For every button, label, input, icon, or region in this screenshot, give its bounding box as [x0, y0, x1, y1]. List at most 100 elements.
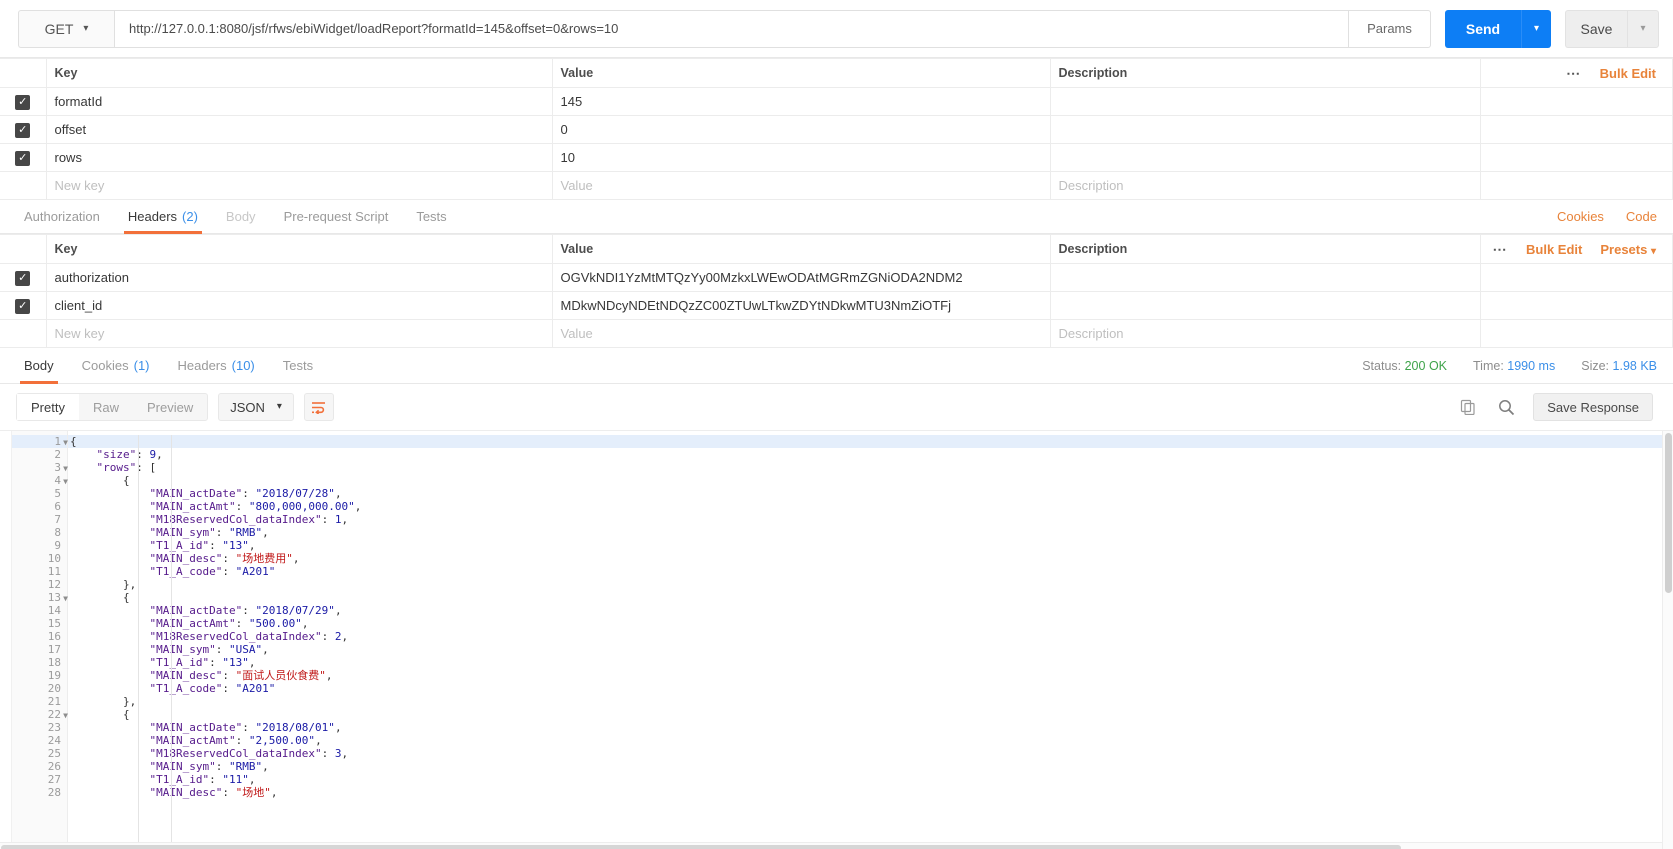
editor-vertical-scrollbar[interactable] [1662, 431, 1673, 849]
line-number: 5 [54, 487, 61, 500]
response-tab-tests[interactable]: Tests [269, 348, 327, 383]
params-bulk-edit-link[interactable]: Bulk Edit [1600, 66, 1656, 81]
response-tab-body[interactable]: Body [10, 348, 68, 384]
tab-label: Tests [416, 209, 447, 224]
headers-bulk-edit-link[interactable]: Bulk Edit [1526, 242, 1582, 257]
code-token: "MAIN_desc" [149, 552, 223, 565]
code-token: { [70, 708, 130, 721]
headers-row-key[interactable]: client_id [46, 291, 553, 320]
presets-label: Presets [1600, 241, 1648, 257]
view-mode-pretty[interactable]: Pretty [17, 394, 79, 420]
headers-more-options-icon[interactable]: ⋯ [1493, 241, 1509, 258]
code-token: 1 [334, 513, 342, 526]
code-token: "RMB" [228, 526, 263, 539]
copy-icon[interactable] [1457, 396, 1479, 418]
view-mode-preview[interactable]: Preview [133, 394, 207, 420]
code-token: "A201" [235, 565, 276, 578]
headers-row-value[interactable]: MDkwNDcyNDEtNDQzZC00ZTUwLTkwZDYtNDkwMTU3… [552, 291, 1051, 320]
send-options-button[interactable]: ▾ [1521, 9, 1551, 48]
view-mode-raw[interactable]: Raw [79, 394, 133, 420]
headers-row-value[interactable]: OGVkNDI1YzMtMTQzYy00MzkxLWEwODAtMGRmZGNi… [552, 263, 1051, 292]
line-number: 2 [54, 448, 61, 461]
save-button[interactable]: Save [1565, 9, 1627, 48]
tab-tests[interactable]: Tests [402, 200, 460, 233]
code-token: : [321, 630, 335, 643]
response-tab-cookies[interactable]: Cookies (1) [68, 348, 164, 383]
response-body-editor[interactable]: 1 ▼ 2 3 ▼ 4 ▼ 5 6 7 8 9 10 11 12 13 ▼ 14 15 16 17 18 19 20 21 22 ▼… [0, 430, 1673, 849]
response-tab-headers[interactable]: Headers (10) [164, 348, 269, 383]
search-icon[interactable] [1495, 396, 1517, 418]
status-value: 200 OK [1404, 358, 1447, 373]
code-line: }, [68, 578, 1673, 591]
chevron-down-icon: ▾ [1650, 245, 1656, 257]
word-wrap-toggle[interactable] [303, 393, 334, 421]
editor-code-content[interactable]: { "size": 9, "rows": [ { "MAIN_actDate":… [68, 431, 1673, 849]
code-token: "T1_A_id" [149, 539, 210, 552]
headers-new-description-input[interactable]: Description [1050, 319, 1481, 348]
params-header-key: Key [46, 58, 553, 88]
params-button[interactable]: Params [1349, 9, 1431, 48]
code-token: , [325, 669, 333, 682]
chevron-down-icon: ▾ [1533, 22, 1540, 34]
params-row-description[interactable] [1050, 115, 1481, 144]
headers-row-description[interactable] [1050, 263, 1481, 292]
tab-pre-request-script[interactable]: Pre-request Script [270, 200, 403, 233]
save-response-button[interactable]: Save Response [1533, 393, 1653, 421]
chevron-down-icon: ▾ [1640, 22, 1646, 34]
params-row-description[interactable] [1050, 87, 1481, 116]
code-token: : [222, 669, 236, 682]
response-format-select[interactable]: JSON ▾ [218, 393, 294, 421]
params-row-checkbox[interactable]: ✓ [15, 122, 31, 138]
headers-new-row: New key Value Description [0, 319, 1673, 348]
url-input[interactable]: http://127.0.0.1:8080/jsf/rfws/ebiWidget… [114, 9, 1349, 48]
code-token: : [ [136, 461, 157, 474]
request-tabbar-links: Cookies Code [1557, 200, 1673, 233]
headers-row-checkbox[interactable]: ✓ [15, 298, 31, 314]
params-new-value-input[interactable]: Value [552, 171, 1051, 200]
params-more-options-icon[interactable]: ⋯ [1566, 65, 1582, 82]
tab-headers[interactable]: Headers (2) [114, 200, 212, 234]
params-row-value[interactable]: 145 [552, 87, 1051, 116]
tab-authorization[interactable]: Authorization [10, 200, 114, 233]
headers-header-row: Key Value Description ⋯ Bulk Edit Preset… [0, 234, 1673, 264]
headers-row-description[interactable] [1050, 291, 1481, 320]
headers-new-value-input[interactable]: Value [552, 319, 1051, 348]
params-row-key[interactable]: offset [46, 115, 553, 144]
params-new-description-input[interactable]: Description [1050, 171, 1481, 200]
code-line: { [68, 708, 1673, 721]
headers-header-check [0, 234, 47, 264]
http-method-selector[interactable]: GET ▾ [18, 9, 114, 48]
save-button-group: Save ▾ [1565, 9, 1659, 48]
tab-body[interactable]: Body [212, 200, 270, 233]
time-label: Time: [1473, 358, 1504, 373]
params-row-value[interactable]: 10 [552, 143, 1051, 172]
code-link[interactable]: Code [1626, 209, 1657, 224]
code-token: : [242, 721, 256, 734]
send-button[interactable]: Send [1445, 9, 1521, 48]
params-row-value[interactable]: 0 [552, 115, 1051, 144]
copy-glyph [1461, 399, 1475, 415]
code-token: "800,000,000.00" [248, 500, 355, 513]
code-line: "MAIN_desc": "面试人员伙食费", [68, 669, 1673, 682]
cookies-link[interactable]: Cookies [1557, 209, 1604, 224]
params-header-value: Value [552, 58, 1051, 88]
save-options-button[interactable]: ▾ [1627, 9, 1659, 48]
headers-presets-dropdown[interactable]: Presets ▾ [1600, 242, 1656, 257]
params-new-key-input[interactable]: New key [46, 171, 553, 200]
scrollbar-thumb[interactable] [1, 845, 1401, 849]
params-row-checkbox[interactable]: ✓ [15, 150, 31, 166]
code-token: : [235, 500, 249, 513]
code-token: "MAIN_sym" [149, 760, 216, 773]
params-row-description[interactable] [1050, 143, 1481, 172]
headers-row-checkbox[interactable]: ✓ [15, 270, 31, 286]
params-row-key[interactable]: formatId [46, 87, 553, 116]
params-row-key[interactable]: rows [46, 143, 553, 172]
scrollbar-thumb[interactable] [1665, 433, 1672, 593]
params-row-checkbox[interactable]: ✓ [15, 94, 31, 110]
editor-horizontal-scrollbar[interactable] [0, 842, 1662, 849]
headers-new-key-input[interactable]: New key [46, 319, 553, 348]
headers-row-key[interactable]: authorization [46, 263, 553, 292]
code-token: : [215, 526, 229, 539]
request-url-bar: GET ▾ http://127.0.0.1:8080/jsf/rfws/ebi… [0, 0, 1673, 58]
